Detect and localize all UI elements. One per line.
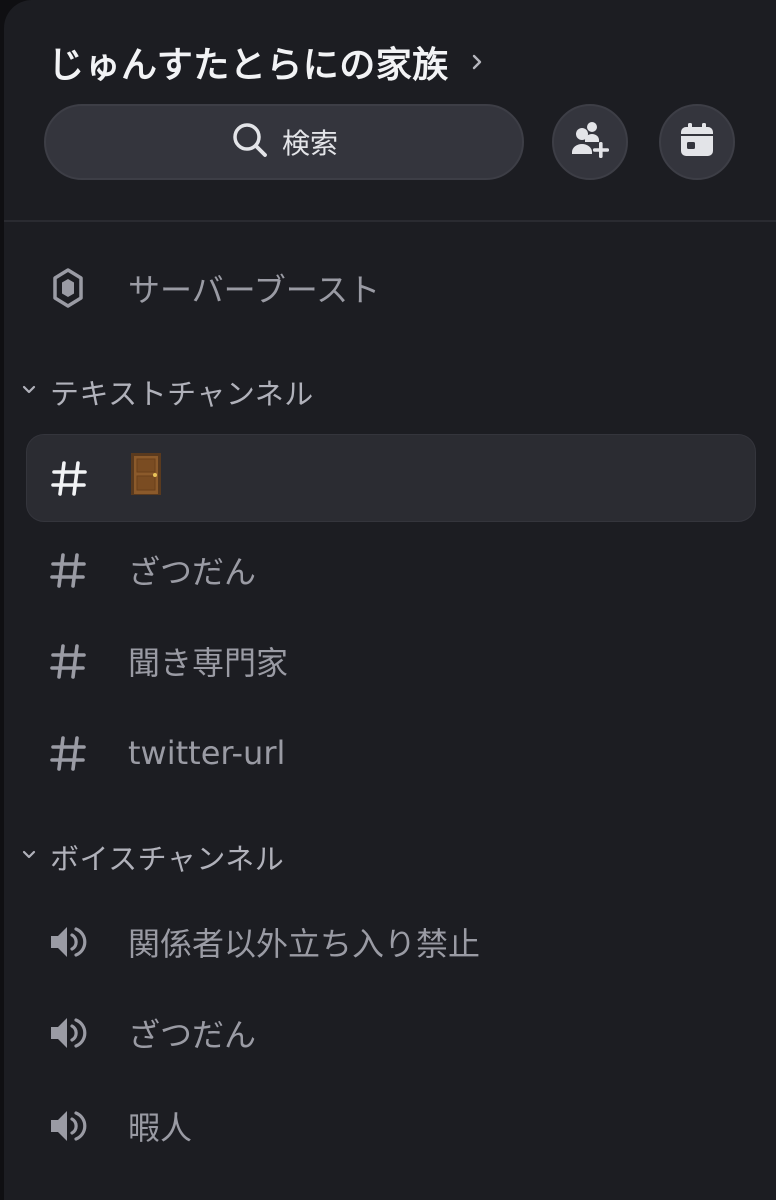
speaker-icon	[48, 1013, 88, 1053]
hashtag-icon	[48, 550, 88, 590]
category-label: ボイスチャンネル	[50, 842, 285, 876]
boost-gem-icon	[48, 268, 88, 308]
voice-channel-item-zatsudan[interactable]: ざつだん	[26, 989, 756, 1077]
hashtag-icon	[48, 733, 88, 773]
server-boost-item[interactable]: サーバーブースト	[26, 244, 756, 332]
channel-name: 関係者以外立ち入り禁止	[128, 925, 481, 963]
voice-channel-item-kankeisha[interactable]: 関係者以外立ち入り禁止	[26, 898, 756, 986]
header-divider	[4, 220, 776, 222]
chevron-down-icon	[20, 846, 38, 868]
channel-name: 聞き専門家	[128, 644, 289, 682]
channel-name: ざつだん	[128, 1016, 257, 1054]
server-header[interactable]: じゅんすたとらにの家族	[48, 36, 485, 88]
calendar-icon	[677, 120, 717, 164]
channel-item-zatsudan[interactable]: ざつだん	[26, 526, 756, 614]
channel-name: ざつだん	[128, 553, 257, 591]
channel-item-twitter-url[interactable]: twitter-url	[26, 709, 756, 797]
hashtag-icon	[48, 641, 88, 681]
channel-name: 暇人	[128, 1109, 193, 1147]
events-button[interactable]	[659, 104, 735, 180]
search-icon	[230, 120, 270, 164]
invite-member-button[interactable]	[552, 104, 628, 180]
channel-item-door[interactable]: 🚪	[26, 434, 756, 522]
chevron-down-icon	[20, 381, 38, 403]
category-voice-channels[interactable]: ボイスチャンネル	[20, 832, 284, 882]
category-label: テキストチャンネル	[50, 377, 314, 411]
category-text-channels[interactable]: テキストチャンネル	[20, 367, 314, 417]
voice-channel-item-himajin[interactable]: 暇人	[26, 1082, 756, 1170]
channel-sidebar: じゅんすたとらにの家族 検索 サーバーブースト テキストチャンネル ざつだん 聞…	[4, 0, 776, 1200]
server-name: じゅんすたとらにの家族	[48, 45, 449, 86]
speaker-icon	[48, 922, 88, 962]
add-member-icon	[568, 118, 612, 166]
channel-item-kikisen[interactable]: 聞き専門家	[26, 617, 756, 705]
search-button[interactable]: 検索	[44, 104, 524, 180]
chevron-right-icon	[469, 54, 485, 70]
channel-name: twitter-url	[128, 734, 286, 772]
server-boost-label: サーバーブースト	[128, 271, 381, 309]
hashtag-icon	[49, 458, 89, 498]
search-label: 検索	[281, 127, 338, 160]
speaker-icon	[48, 1106, 88, 1146]
channel-name: 🚪	[129, 452, 163, 504]
